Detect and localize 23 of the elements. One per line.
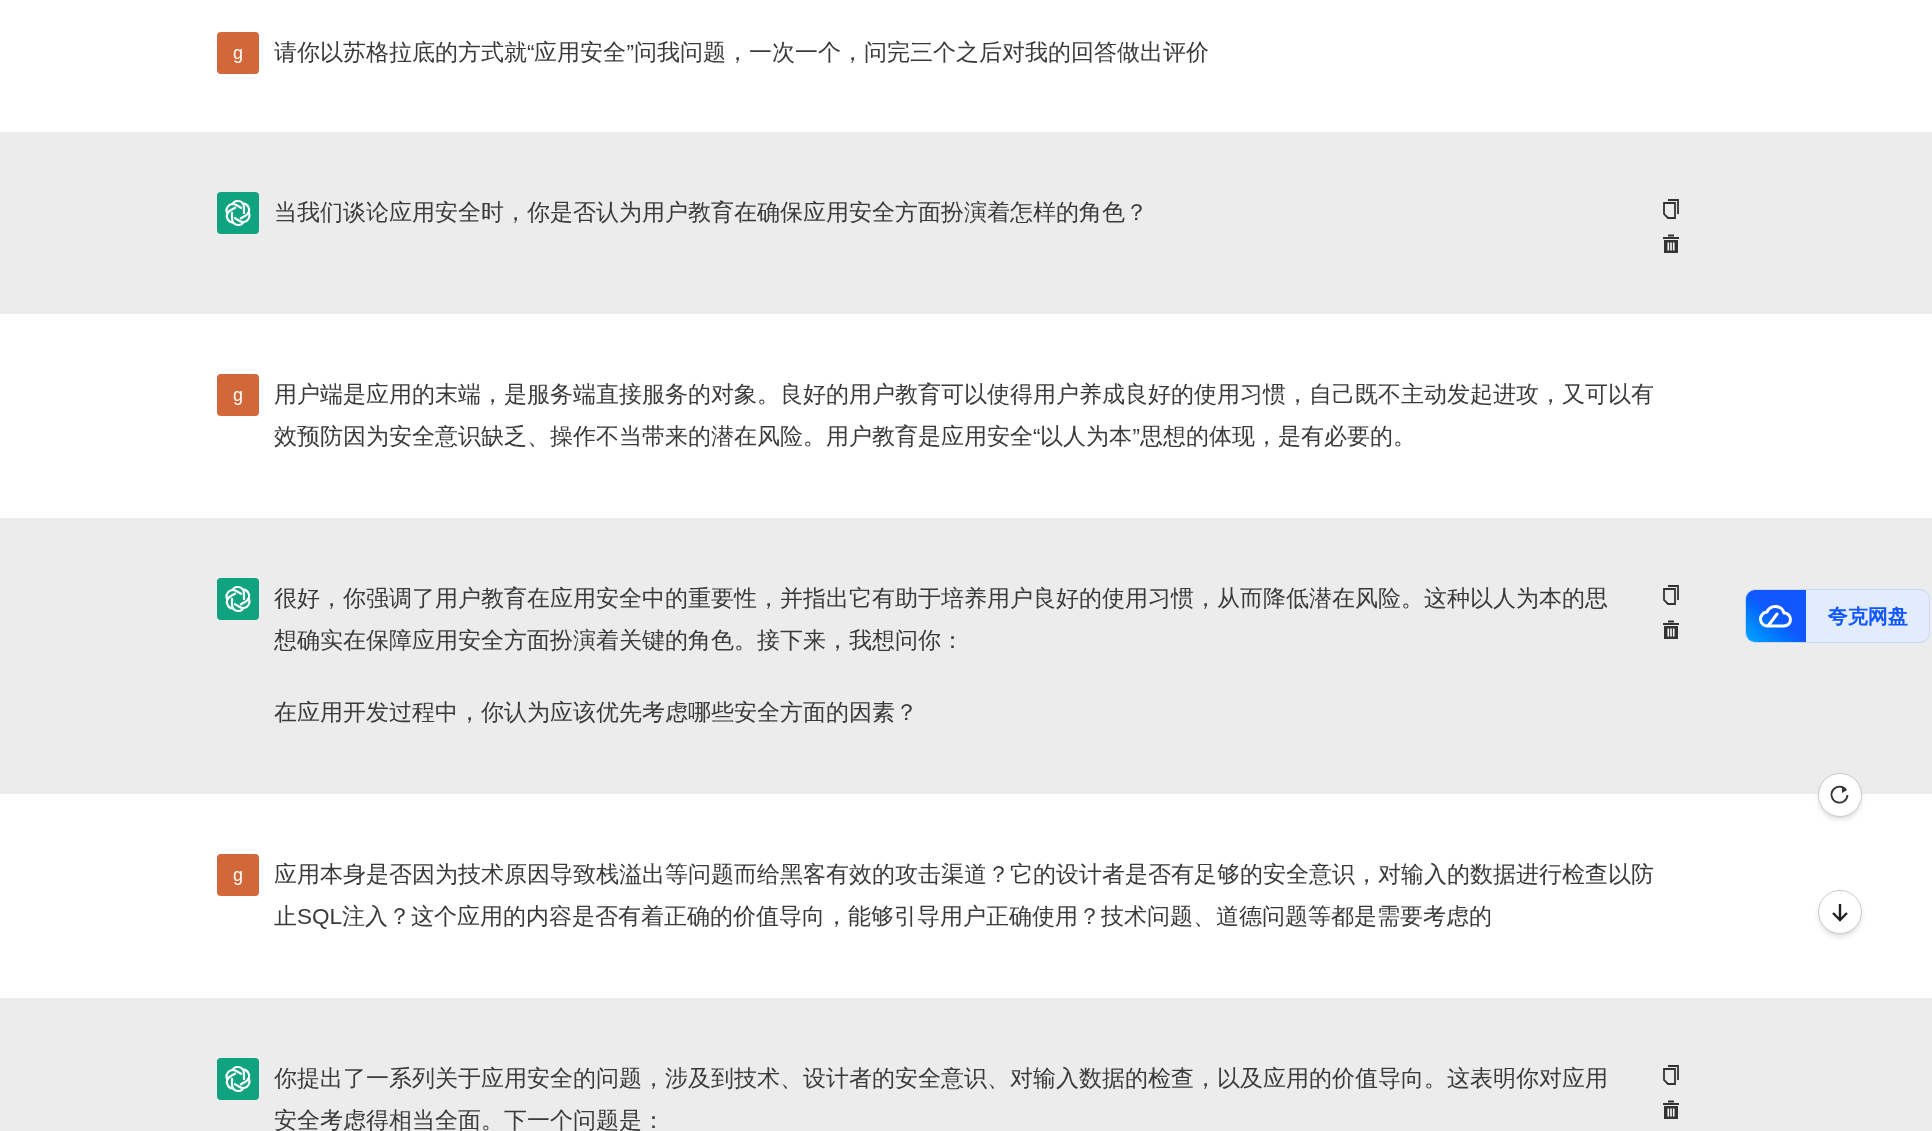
- message-text: 很好，你强调了用户教育在应用安全中的重要性，并指出它有助于培养用户良好的使用习惯，从而降低潜在风险。这种以人为本的思想确实在保障应用安全方面扮演着关键的角色。接下来，我想问你：: [274, 585, 1609, 655]
- user-avatar: g: [217, 854, 259, 896]
- message-text: 在应用开发过程中，你认为应该优先考虑哪些安全方面的因素？: [274, 699, 919, 727]
- copy-icon[interactable]: [1662, 198, 1681, 220]
- cloud-icon: [1746, 590, 1806, 642]
- delete-icon[interactable]: [1662, 620, 1681, 640]
- bot-avatar-icon: [217, 1058, 259, 1100]
- copy-icon[interactable]: [1662, 1064, 1681, 1086]
- message-text: 应用本身是否因为技术原因导致栈溢出等问题而给黑客有效的攻击渠道？它的设计者是否有足够的安全意识，对输入的数据进行检查以防止SQL注入？这个应用的内容是否有着正确的价值导向，能够引导用户正确使用？技术问题、道德问题等都是需要考虑的: [274, 861, 1655, 931]
- bot-avatar-icon: [217, 192, 259, 234]
- bot-avatar-icon: [217, 578, 259, 620]
- user-avatar: g: [217, 32, 259, 74]
- message-text: 当我们谈论应用安全时，你是否认为用户教育在确保应用安全方面扮演着怎样的角色？: [274, 199, 1149, 227]
- cloud-drive-button[interactable]: 夸克网盘: [1745, 589, 1930, 643]
- arrow-down-icon: [1829, 901, 1851, 923]
- user-avatar: g: [217, 374, 259, 416]
- copy-icon[interactable]: [1662, 584, 1681, 606]
- refresh-icon: [1829, 784, 1851, 806]
- delete-icon[interactable]: [1662, 1100, 1681, 1120]
- message-text: 用户端是应用的末端，是服务端直接服务的对象。良好的用户教育可以使得用户养成良好的使用习惯，自己既不主动发起进攻，又可以有效预防因为安全意识缺乏、操作不当带来的潜在风险。用户教育是应用安全“以人为本”思想的体现，是有必要的。: [274, 381, 1655, 451]
- message-text: 请你以苏格拉底的方式就“应用安全”问我问题，一次一个，问完三个之后对我的回答做出评价: [274, 39, 1210, 67]
- delete-icon[interactable]: [1662, 234, 1681, 254]
- message-text: 你提出了一系列关于应用安全的问题，涉及到技术、设计者的安全意识、对输入数据的检查，以及应用的价值导向。这表明你对应用安全考虑得相当全面。下一个问题是：: [274, 1065, 1609, 1131]
